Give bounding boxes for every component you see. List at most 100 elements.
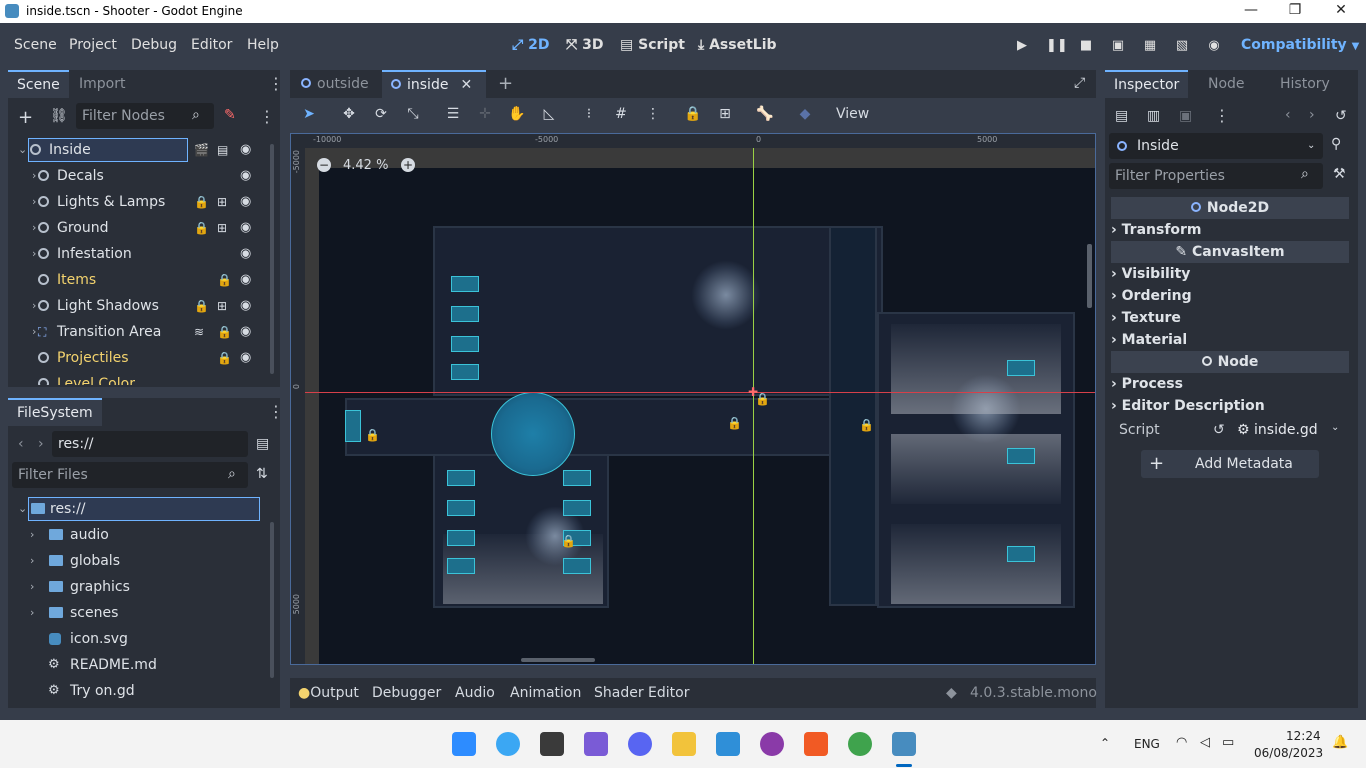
- back-icon[interactable]: ‹: [18, 436, 24, 452]
- history-forward-icon[interactable]: ›: [1309, 107, 1315, 123]
- edge-icon[interactable]: [496, 732, 520, 756]
- pan-tool-icon[interactable]: ✋: [508, 106, 526, 122]
- object-history-icon[interactable]: ↺: [1335, 108, 1347, 124]
- minimize-button[interactable]: —: [1236, 2, 1266, 18]
- menu-editor[interactable]: Editor: [191, 37, 232, 53]
- section-process[interactable]: › Process: [1111, 373, 1343, 395]
- snap-options-icon[interactable]: ⋮: [644, 106, 662, 122]
- group-icon[interactable]: ⊞: [716, 106, 734, 122]
- movie-maker-icon[interactable]: ◉: [1206, 38, 1222, 54]
- add-node-icon[interactable]: +: [18, 107, 33, 128]
- zoom-level[interactable]: 4.42 %: [343, 158, 388, 173]
- view-menu[interactable]: View: [836, 106, 869, 122]
- remote-debug-icon[interactable]: ▣: [1110, 38, 1126, 54]
- play-custom-scene-icon[interactable]: ▧: [1174, 38, 1190, 54]
- group-icon[interactable]: ⊞: [217, 293, 227, 319]
- menu-scene[interactable]: Scene: [14, 37, 57, 53]
- wifi-icon[interactable]: ◠: [1176, 735, 1187, 750]
- notification-bell-icon[interactable]: 🔔: [1332, 735, 1348, 750]
- select-tool-icon[interactable]: ➤: [300, 106, 318, 122]
- tab-import[interactable]: Import: [70, 70, 134, 98]
- fs-file-readme[interactable]: ⚙ README.md: [8, 652, 266, 678]
- tab-output[interactable]: ●Output: [298, 685, 359, 701]
- workspace-2d-button[interactable]: ⤢ 2D: [512, 37, 549, 53]
- task-view-icon[interactable]: [540, 732, 564, 756]
- chevron-down-icon[interactable]: ⌄: [1331, 422, 1339, 433]
- camera-icon[interactable]: ◆: [796, 106, 814, 122]
- tab-animation[interactable]: Animation: [510, 685, 581, 701]
- maximize-button[interactable]: ❐: [1280, 2, 1310, 18]
- grid-snap-icon[interactable]: #: [612, 106, 630, 122]
- fs-folder-audio[interactable]: › audio: [8, 522, 266, 548]
- filter-properties-input[interactable]: Filter Properties: [1109, 163, 1323, 189]
- path-field[interactable]: res://: [52, 431, 248, 457]
- open-folder-icon[interactable]: ▥: [1147, 108, 1160, 124]
- reset-icon[interactable]: ↺: [1213, 422, 1225, 438]
- visibility-eye-icon[interactable]: ◉: [240, 241, 251, 267]
- pivot-icon[interactable]: ✛: [476, 106, 494, 122]
- close-window-button[interactable]: ✕: [1326, 2, 1356, 18]
- fs-folder-scenes[interactable]: › scenes: [8, 600, 266, 626]
- tree-node-level-color[interactable]: Level Color: [8, 371, 266, 385]
- fs-folder-graphics[interactable]: › graphics: [8, 574, 266, 600]
- workspace-3d-button[interactable]: ⤧ 3D: [566, 37, 603, 53]
- scene-menu-icon[interactable]: ⋮: [259, 107, 275, 126]
- lock-icon[interactable]: 🔒: [217, 345, 232, 371]
- tab-inside[interactable]: inside ✕: [382, 70, 486, 98]
- fs-file-try-on[interactable]: ⚙ Try on.gd: [8, 678, 266, 704]
- signal-icon[interactable]: ≋: [194, 319, 204, 345]
- skeleton-icon[interactable]: 🦴: [756, 106, 774, 122]
- rotate-tool-icon[interactable]: ⟳: [372, 106, 390, 122]
- 2d-viewport-canvas[interactable]: -10000 -5000 0 5000 -5000 0 5000 − 4.42 …: [290, 133, 1096, 665]
- menu-help[interactable]: Help: [247, 37, 279, 53]
- language-indicator[interactable]: ENG: [1134, 737, 1160, 751]
- filter-files-input[interactable]: Filter Files: [12, 462, 248, 488]
- group-icon[interactable]: ⊞: [217, 215, 227, 241]
- clock-date[interactable]: 06/08/2023: [1254, 746, 1323, 760]
- add-tab-icon[interactable]: +: [498, 73, 513, 94]
- script-icon[interactable]: ▤: [217, 137, 228, 163]
- fs-folder-globals[interactable]: › globals: [8, 548, 266, 574]
- visibility-eye-icon[interactable]: ◉: [240, 267, 251, 293]
- property-tools-icon[interactable]: ⚒: [1333, 166, 1346, 182]
- chevron-up-icon[interactable]: ⌃: [1100, 736, 1110, 750]
- distraction-free-icon[interactable]: ⤢: [1074, 75, 1085, 91]
- tree-node-inside[interactable]: ⌄ Inside 🎬 ▤ ◉: [8, 137, 266, 163]
- clapper-icon[interactable]: 🎬: [194, 137, 209, 163]
- lock-icon[interactable]: 🔒: [194, 189, 209, 215]
- scale-tool-icon[interactable]: ⤡: [404, 106, 422, 122]
- battery-icon[interactable]: ▭: [1222, 735, 1234, 750]
- forward-icon[interactable]: ›: [38, 436, 44, 452]
- section-ordering[interactable]: › Ordering: [1111, 285, 1343, 307]
- canvas-h-scrollbar[interactable]: [521, 658, 595, 662]
- script-remove-icon[interactable]: ✎: [224, 107, 236, 123]
- save-icon[interactable]: ▣: [1179, 108, 1192, 124]
- visibility-eye-icon[interactable]: ◉: [240, 345, 251, 371]
- link-icon[interactable]: ⛓: [50, 108, 68, 124]
- tab-audio[interactable]: Audio: [455, 685, 495, 701]
- add-metadata-button[interactable]: + Add Metadata: [1141, 450, 1319, 478]
- tree-node-transition-area[interactable]: › ⛶ Transition Area ≋ 🔒 ◉: [8, 319, 266, 345]
- chrome-icon[interactable]: [848, 732, 872, 756]
- tab-history[interactable]: History: [1271, 70, 1339, 98]
- menu-debug[interactable]: Debug: [131, 37, 177, 53]
- tab-node[interactable]: Node: [1199, 70, 1254, 98]
- sort-icon[interactable]: ⇅: [256, 466, 268, 482]
- visibility-eye-icon[interactable]: ◉: [240, 319, 251, 345]
- visibility-eye-icon[interactable]: ◉: [240, 137, 251, 163]
- group-icon[interactable]: ⊞: [217, 189, 227, 215]
- dock-menu-icon[interactable]: ⋮: [268, 74, 284, 93]
- tab-filesystem[interactable]: FileSystem: [8, 398, 102, 426]
- tree-node-items[interactable]: Items 🔒 ◉: [8, 267, 266, 293]
- section-transform[interactable]: › Transform: [1111, 219, 1343, 241]
- visibility-eye-icon[interactable]: ◉: [240, 293, 251, 319]
- new-resource-icon[interactable]: ▤: [1115, 108, 1128, 124]
- discord-icon[interactable]: [628, 732, 652, 756]
- tree-node-lights-lamps[interactable]: › Lights & Lamps 🔒 ⊞ ◉: [8, 189, 266, 215]
- history-back-icon[interactable]: ‹: [1285, 107, 1291, 123]
- file-explorer-icon[interactable]: [672, 732, 696, 756]
- visibility-eye-icon[interactable]: ◉: [240, 189, 251, 215]
- tree-node-ground[interactable]: › Ground 🔒 ⊞ ◉: [8, 215, 266, 241]
- file-tree-scrollbar[interactable]: [270, 522, 274, 678]
- vscode-icon[interactable]: [716, 732, 740, 756]
